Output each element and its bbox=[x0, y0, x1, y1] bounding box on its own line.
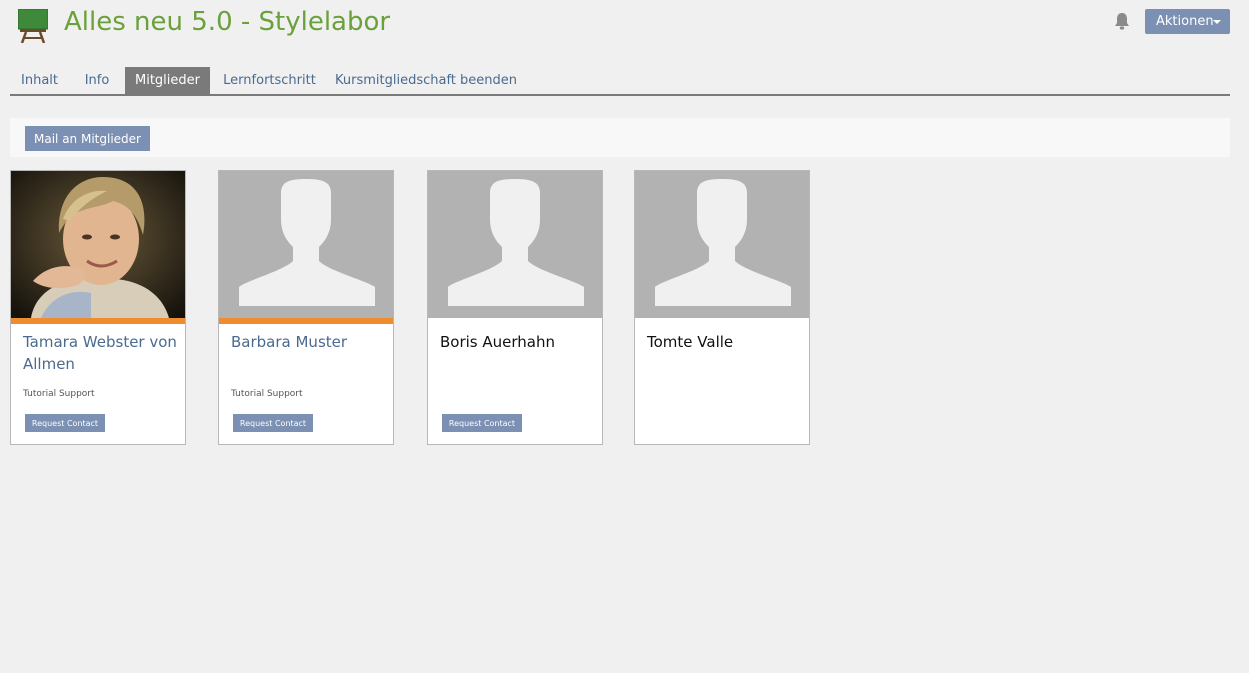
mail-members-button[interactable]: Mail an Mitglieder bbox=[25, 126, 150, 151]
bell-icon[interactable] bbox=[1113, 12, 1131, 30]
accent-bar bbox=[219, 318, 393, 324]
course-title: Alles neu 5.0 - Stylelabor bbox=[64, 7, 391, 37]
avatar-placeholder-icon bbox=[239, 179, 375, 306]
tab-label: Kursmitgliedschaft beenden bbox=[334, 73, 517, 88]
member-role: Tutorial Support bbox=[231, 389, 303, 399]
member-name: Boris Auerhahn bbox=[440, 333, 555, 351]
course-header: Alles neu 5.0 - Stylelabor Aktionen bbox=[0, 0, 1249, 60]
member-card: Boris Auerhahn Request Contact bbox=[427, 170, 603, 445]
tab-inhalt[interactable]: Inhalt bbox=[10, 67, 69, 94]
member-photo bbox=[635, 171, 809, 318]
request-contact-button[interactable]: Request Contact bbox=[233, 414, 313, 432]
member-name-link[interactable]: Barbara Muster bbox=[231, 331, 386, 353]
actions-label: Aktionen bbox=[1156, 14, 1214, 29]
avatar-placeholder-icon bbox=[655, 179, 791, 306]
request-contact-button[interactable]: Request Contact bbox=[442, 414, 522, 432]
member-card: Barbara Muster Tutorial Support Request … bbox=[218, 170, 394, 445]
course-tabs: Inhalt Info Mitglieder Lernfortschritt K… bbox=[10, 67, 1230, 96]
member-name: Tomte Valle bbox=[647, 333, 734, 351]
tab-info[interactable]: Info bbox=[72, 67, 122, 94]
member-card: Tomte Valle bbox=[634, 170, 810, 445]
member-photo bbox=[219, 171, 393, 318]
avatar-placeholder-icon bbox=[448, 179, 584, 306]
accent-bar bbox=[11, 318, 185, 324]
tab-label: Mitglieder bbox=[135, 73, 200, 88]
caret-down-icon bbox=[1213, 20, 1221, 24]
easel-icon bbox=[18, 9, 48, 43]
member-role: Tutorial Support bbox=[23, 389, 95, 399]
member-photo bbox=[428, 171, 602, 318]
tab-mitglieder[interactable]: Mitglieder bbox=[125, 67, 210, 94]
request-contact-button[interactable]: Request Contact bbox=[25, 414, 105, 432]
actions-dropdown-button[interactable]: Aktionen bbox=[1145, 9, 1230, 34]
tab-lernfortschritt[interactable]: Lernfortschritt bbox=[215, 67, 324, 94]
tab-label: Inhalt bbox=[21, 73, 58, 88]
member-name-link[interactable]: Tamara Webster von Allmen bbox=[23, 331, 178, 375]
portrait-photo bbox=[11, 171, 185, 318]
tab-kursmitgliedschaft-beenden[interactable]: Kursmitgliedschaft beenden bbox=[332, 67, 520, 94]
tab-label: Lernfortschritt bbox=[223, 73, 316, 88]
member-photo bbox=[11, 171, 185, 318]
members-toolbar: Mail an Mitglieder bbox=[10, 118, 1230, 157]
tab-label: Info bbox=[84, 73, 110, 88]
member-card: Tamara Webster von Allmen Tutorial Suppo… bbox=[10, 170, 186, 445]
